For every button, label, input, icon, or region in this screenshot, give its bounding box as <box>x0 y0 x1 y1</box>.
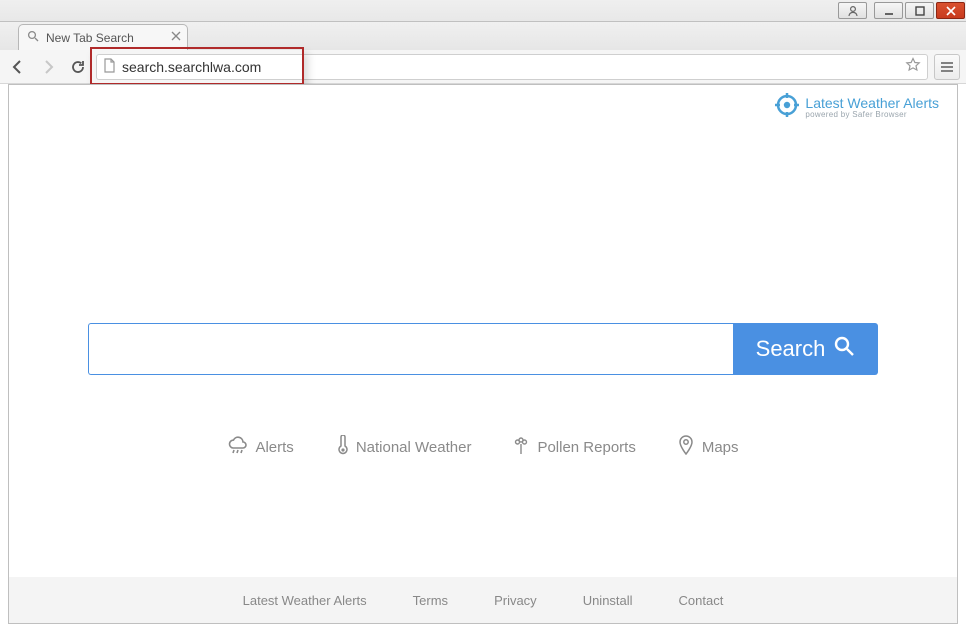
brand-logo[interactable]: Latest Weather Alerts powered by Safer B… <box>775 93 939 122</box>
quicklink-national-weather[interactable]: National Weather <box>336 435 472 459</box>
reload-button[interactable] <box>66 55 90 79</box>
footer-link[interactable]: Privacy <box>494 593 537 608</box>
page-icon <box>103 58 116 76</box>
quick-links: Alerts National Weather Pollen Reports M… <box>227 435 738 459</box>
footer-link[interactable]: Contact <box>679 593 724 608</box>
quicklink-alerts[interactable]: Alerts <box>227 436 293 458</box>
close-tab-button[interactable] <box>171 30 181 44</box>
browser-tab[interactable]: New Tab Search <box>18 24 188 50</box>
maximize-button[interactable] <box>905 2 934 19</box>
minimize-button[interactable] <box>874 2 903 19</box>
close-window-button[interactable] <box>936 2 965 19</box>
flower-icon <box>513 435 529 459</box>
pin-icon <box>678 435 694 459</box>
browser-toolbar: search.searchlwa.com <box>0 50 966 84</box>
target-icon <box>775 93 799 122</box>
tab-title: New Tab Search <box>46 31 134 45</box>
search-bar: Search <box>88 323 878 375</box>
menu-button[interactable] <box>934 54 960 80</box>
tab-strip: New Tab Search <box>0 22 966 50</box>
back-button[interactable] <box>6 55 30 79</box>
url-text: search.searchlwa.com <box>122 59 905 75</box>
forward-button[interactable] <box>36 55 60 79</box>
search-icon <box>833 335 855 363</box>
magnifier-icon <box>27 30 40 46</box>
page-content: Latest Weather Alerts powered by Safer B… <box>8 84 958 624</box>
search-button-label: Search <box>756 336 826 362</box>
thermometer-icon <box>336 435 348 459</box>
footer-link[interactable]: Terms <box>413 593 448 608</box>
brand-subtitle: powered by Safer Browser <box>805 110 939 119</box>
address-bar[interactable]: search.searchlwa.com <box>96 54 928 80</box>
quicklink-pollen-reports[interactable]: Pollen Reports <box>513 435 635 459</box>
search-input[interactable] <box>88 323 733 375</box>
footer: Latest Weather Alerts Terms Privacy Unin… <box>9 577 957 623</box>
brand-title: Latest Weather Alerts <box>805 96 939 110</box>
bookmark-star-icon[interactable] <box>905 57 921 76</box>
cloud-icon <box>227 436 247 458</box>
quicklink-label: Alerts <box>255 439 293 456</box>
quicklink-label: Pollen Reports <box>537 439 635 456</box>
footer-link[interactable]: Uninstall <box>583 593 633 608</box>
window-titlebar <box>0 0 966 22</box>
footer-link[interactable]: Latest Weather Alerts <box>243 593 367 608</box>
search-button[interactable]: Search <box>733 323 878 375</box>
quicklink-label: Maps <box>702 439 739 456</box>
user-icon[interactable] <box>838 2 867 19</box>
quicklink-maps[interactable]: Maps <box>678 435 739 459</box>
quicklink-label: National Weather <box>356 439 472 456</box>
